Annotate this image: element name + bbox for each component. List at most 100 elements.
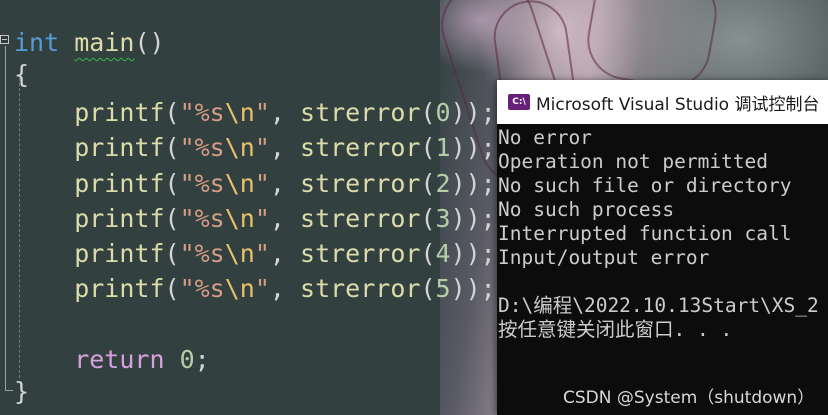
code-token: ( bbox=[164, 98, 180, 127]
code-token: )); bbox=[450, 204, 496, 233]
code-token: { bbox=[14, 60, 30, 89]
code-token: 0 bbox=[435, 98, 451, 127]
console-output-line: 按任意键关闭此窗口. . . bbox=[498, 318, 733, 341]
code-token: ( bbox=[164, 169, 180, 198]
code-token: ( bbox=[420, 133, 436, 162]
console-app-icon: C:\ bbox=[508, 94, 530, 110]
code-token: } bbox=[14, 377, 30, 406]
code-line-printf-0[interactable]: printf("%s\n", strerror(0)); bbox=[14, 98, 496, 128]
console-titlebar[interactable]: C:\ Microsoft Visual Studio 调试控制台 bbox=[497, 80, 828, 124]
csdn-watermark: CSDN @System（shutdown） bbox=[563, 388, 815, 408]
console-output-line: D:\编程\2022.10.13Start\XS_2 bbox=[498, 294, 819, 317]
code-token: strerror bbox=[300, 204, 421, 233]
code-line-printf-4[interactable]: printf("%s\n", strerror(4)); bbox=[14, 239, 496, 269]
code-token: ( bbox=[420, 98, 436, 127]
code-line-open-brace[interactable]: { bbox=[14, 60, 29, 90]
code-token: " bbox=[254, 133, 270, 162]
console-output-line: Interrupted function call bbox=[498, 222, 792, 245]
code-line-main-signature[interactable]: int main() bbox=[14, 28, 165, 58]
code-token: "%s bbox=[179, 133, 225, 162]
code-token: printf bbox=[14, 204, 165, 233]
code-editor[interactable]: int main() { printf("%s\n", strerror(0))… bbox=[0, 0, 500, 415]
code-line-printf-5[interactable]: printf("%s\n", strerror(5)); bbox=[14, 274, 496, 304]
code-token: )); bbox=[450, 98, 496, 127]
code-token: \n bbox=[224, 239, 255, 268]
code-token: printf bbox=[14, 133, 165, 162]
code-line-printf-2[interactable]: printf("%s\n", strerror(2)); bbox=[14, 169, 496, 199]
code-token: ; bbox=[194, 345, 210, 374]
fold-guide-line bbox=[5, 46, 6, 391]
code-token: 0 bbox=[179, 345, 195, 374]
console-title: Microsoft Visual Studio 调试控制台 bbox=[536, 94, 820, 115]
code-token: )); bbox=[450, 239, 496, 268]
code-token: , bbox=[269, 204, 301, 233]
code-token: " bbox=[254, 169, 270, 198]
code-token: printf bbox=[14, 169, 165, 198]
code-token: "%s bbox=[179, 204, 225, 233]
code-token: " bbox=[254, 204, 270, 233]
collapse-toggle-icon[interactable] bbox=[0, 35, 9, 44]
screenshot-stage: int main() { printf("%s\n", strerror(0))… bbox=[0, 0, 828, 415]
code-token: printf bbox=[14, 274, 165, 303]
code-token: strerror bbox=[300, 274, 421, 303]
code-line-return[interactable]: return 0; bbox=[14, 345, 210, 375]
code-token: "%s bbox=[179, 239, 225, 268]
code-token: ( bbox=[164, 204, 180, 233]
code-token: strerror bbox=[300, 133, 421, 162]
code-token: , bbox=[269, 98, 301, 127]
code-token: 3 bbox=[435, 204, 451, 233]
code-token: \n bbox=[224, 169, 255, 198]
code-token: , bbox=[269, 133, 301, 162]
code-token: )); bbox=[450, 274, 496, 303]
code-token: "%s bbox=[179, 169, 225, 198]
fold-guide-end bbox=[5, 390, 13, 391]
code-token: , bbox=[269, 274, 301, 303]
code-token: ( bbox=[420, 239, 436, 268]
code-token: "%s bbox=[179, 98, 225, 127]
code-token: ( bbox=[164, 274, 180, 303]
code-line-close-brace[interactable]: } bbox=[14, 377, 29, 407]
code-token: " bbox=[254, 239, 270, 268]
code-token: () bbox=[134, 28, 165, 57]
code-token: printf bbox=[14, 98, 165, 127]
code-token: 5 bbox=[435, 274, 451, 303]
console-output-line: No error bbox=[498, 126, 592, 149]
console-output-line: No such file or directory bbox=[498, 174, 792, 197]
code-token: , bbox=[269, 239, 301, 268]
code-token: ( bbox=[164, 239, 180, 268]
code-token: ( bbox=[164, 133, 180, 162]
code-token: main bbox=[74, 28, 135, 57]
console-output-line: Input/output error bbox=[498, 246, 710, 269]
code-token: "%s bbox=[179, 274, 225, 303]
code-token: )); bbox=[450, 169, 496, 198]
code-token: printf bbox=[14, 239, 165, 268]
code-token: \n bbox=[224, 133, 255, 162]
code-line-printf-1[interactable]: printf("%s\n", strerror(1)); bbox=[14, 133, 496, 163]
console-output[interactable]: No error Operation not permitted No such… bbox=[498, 126, 828, 415]
code-token: " bbox=[254, 98, 270, 127]
console-output-line: Operation not permitted bbox=[498, 150, 769, 173]
code-token: )); bbox=[450, 133, 496, 162]
code-token: 1 bbox=[435, 133, 451, 162]
code-token: ( bbox=[420, 169, 436, 198]
code-line-printf-3[interactable]: printf("%s\n", strerror(3)); bbox=[14, 204, 496, 234]
code-token: strerror bbox=[300, 239, 421, 268]
code-token: strerror bbox=[300, 169, 421, 198]
code-token: ( bbox=[420, 204, 436, 233]
code-token: 4 bbox=[435, 239, 451, 268]
code-token: " bbox=[254, 274, 270, 303]
console-output-line: No such process bbox=[498, 198, 675, 221]
code-token: return bbox=[14, 345, 165, 374]
code-token: 2 bbox=[435, 169, 451, 198]
code-token: strerror bbox=[300, 98, 421, 127]
code-token: \n bbox=[224, 204, 255, 233]
debug-console-window[interactable]: C:\ Microsoft Visual Studio 调试控制台 No err… bbox=[497, 80, 828, 415]
code-token: \n bbox=[224, 98, 255, 127]
code-token: ( bbox=[420, 274, 436, 303]
code-token: , bbox=[269, 169, 301, 198]
code-token: \n bbox=[224, 274, 255, 303]
code-token: int bbox=[14, 28, 60, 57]
